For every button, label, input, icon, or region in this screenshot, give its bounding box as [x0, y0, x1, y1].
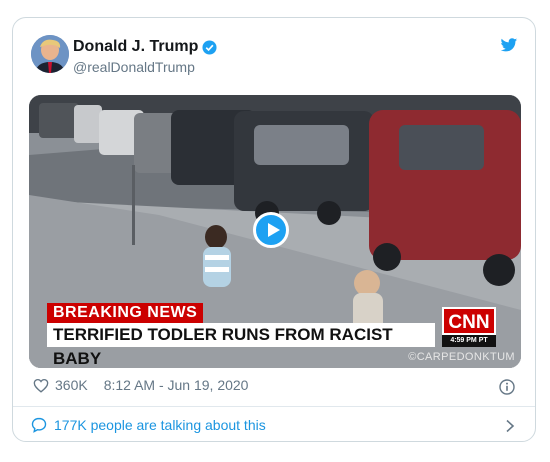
user-handle[interactable]: @realDonaldTrump: [73, 59, 195, 75]
tweet-meta: 360K 8:12 AM - Jun 19, 2020: [33, 377, 248, 393]
conversation-link[interactable]: 177K people are talking about this: [31, 417, 266, 433]
verified-badge-icon: [202, 39, 217, 55]
cnn-logo: CNN: [442, 307, 496, 335]
name-row: Donald J. Trump: [73, 38, 217, 56]
like-count[interactable]: 360K: [55, 377, 88, 393]
news-banner: BREAKING NEWS TERRIFIED TODLER RUNS FROM…: [47, 303, 507, 368]
avatar[interactable]: [31, 35, 69, 73]
tweet-card[interactable]: Donald J. Trump @realDonaldTrump BREAKIN…: [12, 17, 536, 442]
talking-count[interactable]: 177K people are talking about this: [54, 417, 266, 433]
chevron-right-icon[interactable]: [505, 419, 515, 433]
breaking-news-label: BREAKING NEWS: [47, 303, 204, 323]
video-watermark: ©CARPEDONKTUM: [408, 351, 515, 363]
speech-bubble-icon: [31, 417, 47, 433]
divider: [13, 406, 535, 407]
cnn-time: 4:59 PM PT: [442, 335, 496, 347]
tweet-header: Donald J. Trump @realDonaldTrump: [13, 18, 535, 88]
play-button[interactable]: [253, 212, 289, 248]
video-player[interactable]: BREAKING NEWS TERRIFIED TODLER RUNS FROM…: [29, 95, 521, 368]
display-name[interactable]: Donald J. Trump: [73, 38, 198, 56]
info-icon[interactable]: [499, 379, 515, 395]
tweet-timestamp[interactable]: 8:12 AM - Jun 19, 2020: [104, 377, 249, 393]
news-headline: TERRIFIED TODLER RUNS FROM RACIST BABY: [47, 323, 435, 368]
twitter-bird-icon[interactable]: [500, 38, 518, 53]
heart-icon[interactable]: [33, 378, 49, 393]
